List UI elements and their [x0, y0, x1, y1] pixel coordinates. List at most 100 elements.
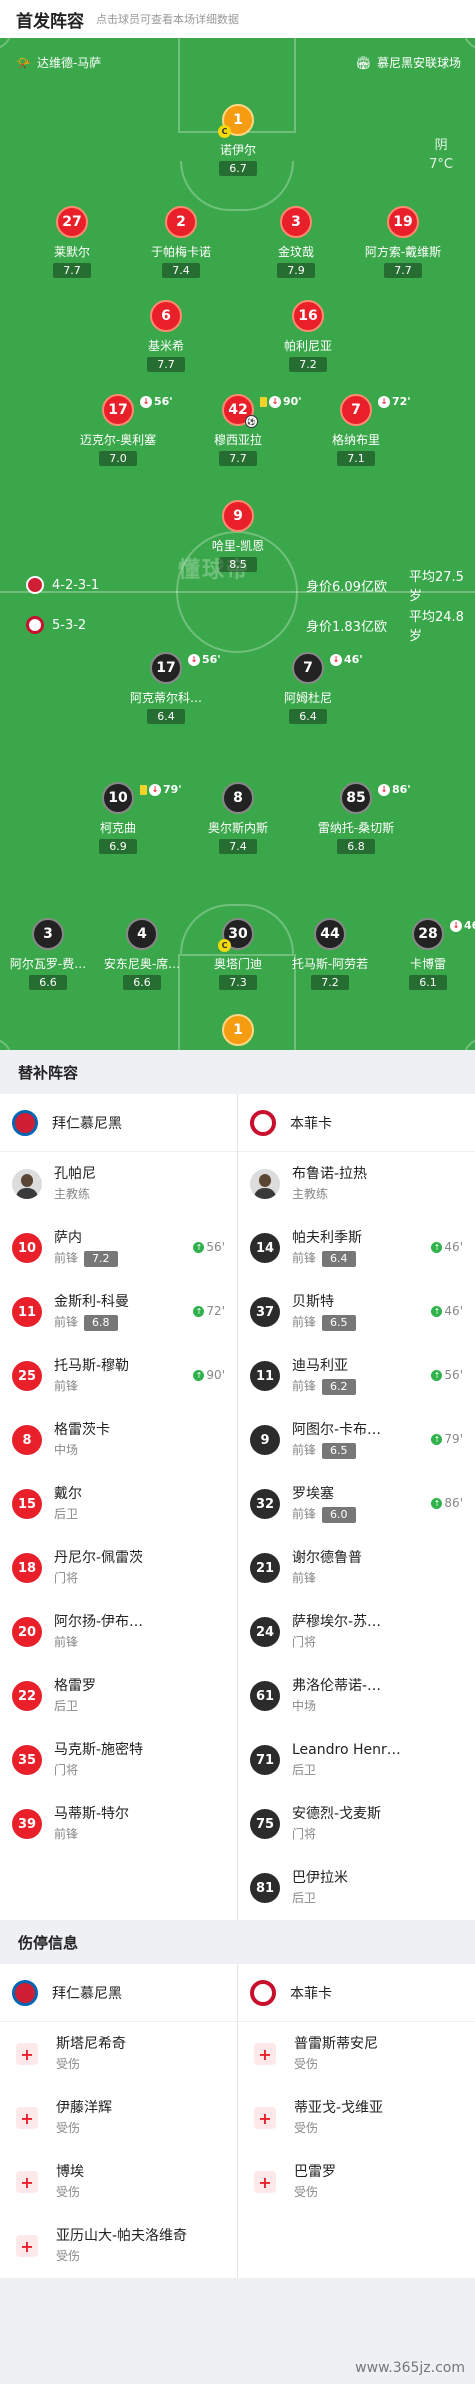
sub-player-row[interactable]: 22 格雷罗 后卫 [0, 1664, 237, 1728]
sub-player-row[interactable]: 10 萨内 前锋 7.2 ↑ 56' [0, 1216, 237, 1280]
sub-player-row[interactable]: 21 谢尔德鲁普 前锋 [238, 1536, 475, 1600]
home-player-16[interactable]: 16 帕利尼亚 7.2 [243, 300, 373, 372]
benfica-crest-icon [250, 1109, 276, 1136]
injury-row[interactable]: + 亚历山大-帕夫洛维奇 受伤 [0, 2214, 237, 2278]
player-position: 门将 [54, 1571, 79, 1585]
sub-player-row[interactable]: 71 Leandro Henr… 后卫 [238, 1728, 475, 1792]
away-player-85[interactable]: 85 ↓ 86' 雷纳托-桑切斯 6.8 [291, 782, 421, 854]
away-coach[interactable]: 布鲁诺-拉热 主教练 [238, 1152, 475, 1216]
player-number: 42 ⚽ ↓ 90' [222, 394, 302, 428]
sub-out-icon: ↓ [269, 395, 281, 408]
player-rating: 6.2 [322, 1379, 356, 1395]
away-player-28[interactable]: 28↓46 卡博雷 6.1 [363, 918, 475, 990]
sub-player-row[interactable]: 8 格雷茨卡 中场 [0, 1408, 237, 1472]
sub-out-marker: ↓ 72' [378, 395, 411, 408]
away-team-header[interactable]: 本菲卡 [238, 1964, 475, 2022]
player-number: 21 [250, 1553, 280, 1583]
player-number: 17 ↓ 56' [102, 394, 173, 426]
home-player-1[interactable]: 1 C 诺伊尔 6.7 [173, 104, 303, 176]
injury-row[interactable]: + 斯塔尼希奇 受伤 [0, 2022, 237, 2086]
player-name: 阿方索-戴维斯 [364, 245, 442, 259]
player-number: 37 [250, 1297, 280, 1327]
injury-row[interactable]: + 蒂亚戈-戈维亚 受伤 [238, 2086, 475, 2150]
sub-player-row[interactable]: 32 罗埃塞 前锋 6.0 ↑ 86' [238, 1472, 475, 1536]
away-player-7[interactable]: 7 ↓ 46' 阿姆杜尼 6.4 [243, 652, 373, 724]
away-squad-value: 身价1.83亿欧 [306, 619, 387, 635]
player-rating: 6.4 [147, 709, 185, 724]
player-number: 4 [126, 918, 158, 950]
player-name: 巴伊拉米 [292, 1870, 348, 1886]
player-name: 戴尔 [54, 1486, 82, 1502]
player-name: 阿尔瓦罗-费… [9, 957, 87, 971]
referee-info: 📯 达维德-马萨 [16, 54, 101, 71]
away-player-8[interactable]: 8 奥尔斯内斯 7.4 [173, 782, 303, 854]
player-rating: 6.7 [219, 161, 257, 176]
injury-row[interactable]: + 普雷斯蒂安尼 受伤 [238, 2022, 475, 2086]
sub-player-row[interactable]: 37 贝斯特 前锋 6.5 ↑ 46' [238, 1280, 475, 1344]
medical-cross-icon: + [16, 2171, 38, 2193]
sub-player-row[interactable]: 25 托马斯-穆勒 前锋 ↑ 90' [0, 1344, 237, 1408]
sub-in-marker: ↑ 46' [431, 1304, 463, 1318]
sub-player-row[interactable]: 75 安德烈-戈麦斯 门将 [238, 1792, 475, 1856]
away-team-header[interactable]: 本菲卡 [238, 1094, 475, 1152]
sub-out-marker: ↓ 56' [188, 653, 221, 666]
player-name: 博埃 [56, 2164, 84, 2180]
sub-out-minute: 56' [154, 395, 173, 408]
home-team-header[interactable]: 拜仁慕尼黑 [0, 1964, 237, 2022]
goal-ball-icon: ⚽ [245, 415, 258, 428]
player-name: 马克斯-施密特 [54, 1742, 144, 1758]
player-rating: 6.4 [322, 1251, 356, 1267]
player-rating: 6.0 [322, 1507, 356, 1523]
home-team-header[interactable]: 拜仁慕尼黑 [0, 1094, 237, 1152]
sub-out-marker: ↓46 [450, 919, 475, 932]
coach-role: 主教练 [292, 1187, 329, 1201]
away-player-10[interactable]: 10 ↓ 79' 柯克曲 6.9 [53, 782, 183, 854]
player-name: 斯塔尼希奇 [56, 2036, 126, 2052]
sub-player-row[interactable]: 20 阿尔扬-伊布… 前锋 [0, 1600, 237, 1664]
player-position: 中场 [292, 1699, 317, 1713]
home-coach[interactable]: 孔帕尼 主教练 [0, 1152, 237, 1216]
injuries-panel: 拜仁慕尼黑 + 斯塔尼希奇 受伤 + 伊藤洋辉 受伤 + 博埃 受伤 + 亚历山大-帕夫洛维奇 受伤 … [0, 1964, 475, 2278]
home-player-6[interactable]: 6 基米希 7.7 [101, 300, 231, 372]
player-number: 85 ↓ 86' [340, 782, 411, 814]
away-player-17[interactable]: 17 ↓ 56' 阿克蒂尔科… 6.4 [101, 652, 231, 724]
player-number: 44 [314, 918, 346, 950]
sub-player-row[interactable]: 24 萨穆埃尔-苏… 门将 [238, 1600, 475, 1664]
away-subs-column: 本菲卡 布鲁诺-拉热 主教练 14 帕夫利季斯 前锋 6.4 ↑ 46' 37 贝斯特 前锋 6.… [238, 1094, 475, 1920]
player-rating: 7.4 [219, 839, 257, 854]
player-name: 罗埃塞 [292, 1486, 334, 1502]
home-player-9[interactable]: 9 哈里-凯恩 8.5 [173, 500, 303, 572]
home-player-17[interactable]: 17 ↓ 56' 迈克尔-奥利塞 7.0 [53, 394, 183, 466]
away-player-1[interactable]: 1特鲁宾⭐8.7 [173, 1014, 303, 1050]
sub-player-row[interactable]: 15 戴尔 后卫 [0, 1472, 237, 1536]
injury-status: 受伤 [294, 2185, 319, 2199]
player-name: 托马斯-穆勒 [54, 1358, 130, 1374]
player-number: 28↓46 [412, 918, 475, 950]
sub-player-row[interactable]: 11 迪马利亚 前锋 6.2 ↑ 56' [238, 1344, 475, 1408]
sub-player-row[interactable]: 18 丹尼尔-佩雷茨 门将 [0, 1536, 237, 1600]
player-name: 奥塔门迪 [213, 957, 262, 971]
injury-row[interactable]: + 博埃 受伤 [0, 2150, 237, 2214]
medical-cross-icon: + [16, 2107, 38, 2129]
injury-row[interactable]: + 巴雷罗 受伤 [238, 2150, 475, 2214]
injury-row[interactable]: + 伊藤洋辉 受伤 [0, 2086, 237, 2150]
away-team-name: 本菲卡 [290, 1115, 332, 1132]
yellow-card-icon [140, 784, 147, 795]
sub-player-row[interactable]: 39 马蒂斯-特尔 前锋 [0, 1792, 237, 1856]
sub-out-minute: 72' [392, 395, 411, 408]
player-position: 前锋 [54, 1379, 79, 1393]
home-player-2[interactable]: 2 于帕梅卡诺 7.4 [116, 206, 246, 278]
player-position: 前锋 7.2 [54, 1248, 118, 1268]
sub-player-row[interactable]: 11 金斯利-科曼 前锋 6.8 ↑ 72' [0, 1280, 237, 1344]
sub-player-row[interactable]: 61 弗洛伦蒂诺-… 中场 [238, 1664, 475, 1728]
sub-player-row[interactable]: 35 马克斯-施密特 门将 [0, 1728, 237, 1792]
player-rating: 6.4 [289, 709, 327, 724]
sub-player-row[interactable]: 81 巴伊拉米 后卫 [238, 1856, 475, 1920]
home-player-7[interactable]: 7 ↓ 72' 格纳布里 7.1 [291, 394, 421, 466]
home-player-42[interactable]: 42 ⚽ ↓ 90' 穆西亚拉 7.7 [173, 394, 303, 466]
sub-player-row[interactable]: 9 阿图尔-卡布… 前锋 6.5 ↑ 79' [238, 1408, 475, 1472]
sub-in-marker: ↑ 72' [193, 1304, 225, 1318]
player-rating: 7.7 [384, 263, 422, 278]
home-player-19[interactable]: 19 阿方索-戴维斯 7.7 [338, 206, 468, 278]
sub-player-row[interactable]: 14 帕夫利季斯 前锋 6.4 ↑ 46' [238, 1216, 475, 1280]
